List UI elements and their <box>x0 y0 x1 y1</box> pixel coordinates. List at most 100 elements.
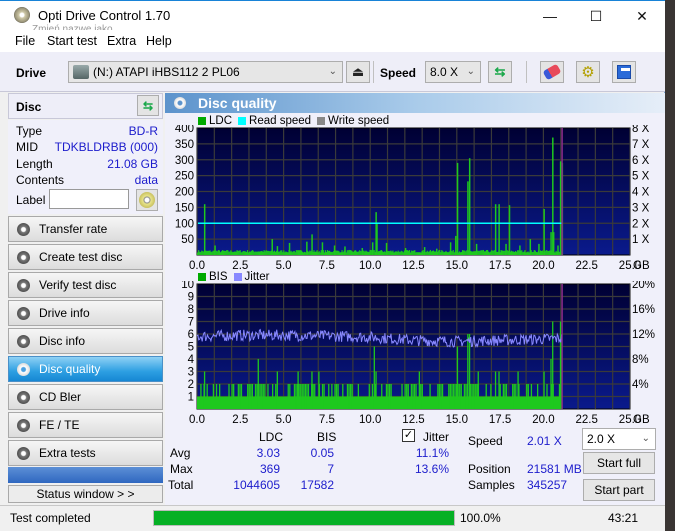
ldc-bar <box>292 251 294 255</box>
disc-refresh-button[interactable]: ⇆ <box>137 95 159 116</box>
disc-label-button[interactable] <box>136 189 158 211</box>
y-tick-label: 2 <box>188 379 194 391</box>
ldc-bar <box>226 250 228 255</box>
ldc-spike <box>552 232 555 255</box>
ldc-bar <box>387 251 389 255</box>
ldc-bar <box>291 252 293 255</box>
test-speed-select[interactable]: 2.0 X ⌄ <box>582 428 656 450</box>
ldc-bar <box>383 251 385 255</box>
bis-bar <box>505 384 508 409</box>
ldc-bar <box>269 251 271 255</box>
y2-tick-label: 3 X <box>632 202 650 214</box>
status-window-button[interactable]: Status window > > <box>8 485 163 503</box>
nav-label: Extra tests <box>39 446 96 460</box>
ldc-bar <box>433 251 436 255</box>
save-button[interactable] <box>612 61 636 83</box>
drive-select[interactable]: (N:) ATAPI iHBS112 2 PL06 ⌄ <box>68 61 343 83</box>
bis-bar <box>438 384 441 409</box>
start-part-button[interactable]: Start part <box>583 479 655 501</box>
minimize-button[interactable]: — <box>527 1 573 31</box>
nav-disc-info[interactable]: Disc info <box>8 328 163 354</box>
ldc-bar <box>243 251 245 255</box>
bis-bar <box>368 384 370 409</box>
ldc-bar <box>432 250 435 255</box>
nav-create-test-disc[interactable]: Create test disc <box>8 244 163 270</box>
total-ldc-value: 1044605 <box>233 478 280 492</box>
ldc-chart: 50 100 150 200 250 300 350 400 1 X 2 X 3 X 4 X 5 X 6 … <box>175 125 650 271</box>
bis-bar <box>512 384 514 409</box>
ldc-bar <box>458 251 461 255</box>
ldc-bar <box>231 251 233 255</box>
bis-bar <box>502 384 504 409</box>
bis-swatch <box>198 273 206 281</box>
col-ldc-header: LDC <box>259 430 284 444</box>
menu-help[interactable]: Help <box>146 34 172 48</box>
ldc-bar <box>268 251 270 255</box>
progress-label: 100.0% <box>460 511 501 525</box>
ldc-bar <box>465 251 467 255</box>
x-tick-label: 10.0 <box>359 414 381 423</box>
ldc-bar <box>349 250 351 255</box>
bis-bar <box>321 384 324 409</box>
ldc-bar <box>426 250 428 255</box>
speed-select[interactable]: 8.0 X ⌄ <box>425 61 481 83</box>
ldc-bar <box>390 250 392 255</box>
settings-button[interactable]: ⚙ <box>576 61 600 83</box>
ldc-bar <box>221 250 224 255</box>
panel-header: Disc quality <box>165 93 665 113</box>
bis-bar <box>546 384 548 409</box>
bis-bar <box>275 384 277 409</box>
bis-bar <box>536 384 539 409</box>
bis-bar <box>371 384 374 409</box>
ldc-bar <box>477 250 479 255</box>
ldc-bar <box>401 251 403 255</box>
ldc-bar <box>480 250 482 255</box>
ldc-bar <box>238 250 240 255</box>
nav-disc-quality[interactable]: Disc quality <box>8 356 163 382</box>
ldc-bar <box>255 251 257 255</box>
ldc-bar <box>314 251 316 255</box>
refresh-arrows-icon: ⇆ <box>142 98 154 113</box>
ldc-spike <box>344 246 346 255</box>
bis-bar <box>385 384 388 409</box>
ldc-bar <box>427 251 429 255</box>
start-full-button[interactable]: Start full <box>583 452 655 474</box>
gears-icon: ⚙ <box>581 64 595 81</box>
ldc-bar <box>242 251 244 255</box>
ldc-bar <box>377 251 380 255</box>
erase-button[interactable] <box>540 61 564 83</box>
ldc-spike <box>203 204 206 255</box>
ldc-bar <box>352 251 355 255</box>
nav-fe-te[interactable]: FE / TE <box>8 412 163 438</box>
ldc-bar <box>539 250 542 255</box>
ldc-spike <box>271 239 273 255</box>
nav-cd-bler[interactable]: CD Bler <box>8 384 163 410</box>
disc-header: Disc ⇆ <box>8 93 163 119</box>
ldc-bar <box>512 251 515 255</box>
ldc-bar <box>464 250 466 255</box>
jitter-checkbox[interactable]: ✓ <box>402 429 415 442</box>
ldc-bar <box>506 250 508 255</box>
disc-label-input[interactable] <box>49 189 129 209</box>
eject-button[interactable]: ⏏ <box>346 61 370 83</box>
ldc-bar <box>527 251 529 255</box>
close-button[interactable]: ✕ <box>619 1 665 31</box>
elapsed-time: 43:21 <box>608 511 639 525</box>
ldc-bar <box>202 251 204 255</box>
ldc-bar <box>516 251 518 255</box>
menu-file[interactable]: File <box>15 34 35 48</box>
menu-start-test[interactable]: Start test <box>47 34 97 48</box>
nav-verify-test-disc[interactable]: Verify test disc <box>8 272 163 298</box>
bis-bar <box>231 384 233 409</box>
maximize-button[interactable]: ☐ <box>573 1 619 31</box>
refresh-button[interactable]: ⇆ <box>488 61 512 83</box>
menu-extra[interactable]: Extra <box>107 34 136 48</box>
nav-drive-info[interactable]: Drive info <box>8 300 163 326</box>
nav-transfer-rate[interactable]: Transfer rate <box>8 216 163 242</box>
nav-extra-tests[interactable]: Extra tests <box>8 440 163 466</box>
ldc-spike <box>423 247 426 255</box>
chevron-down-icon: ⌄ <box>466 66 475 77</box>
ldc-bar <box>417 252 419 255</box>
ldc-bar <box>236 250 238 255</box>
bis-spike <box>257 359 259 409</box>
